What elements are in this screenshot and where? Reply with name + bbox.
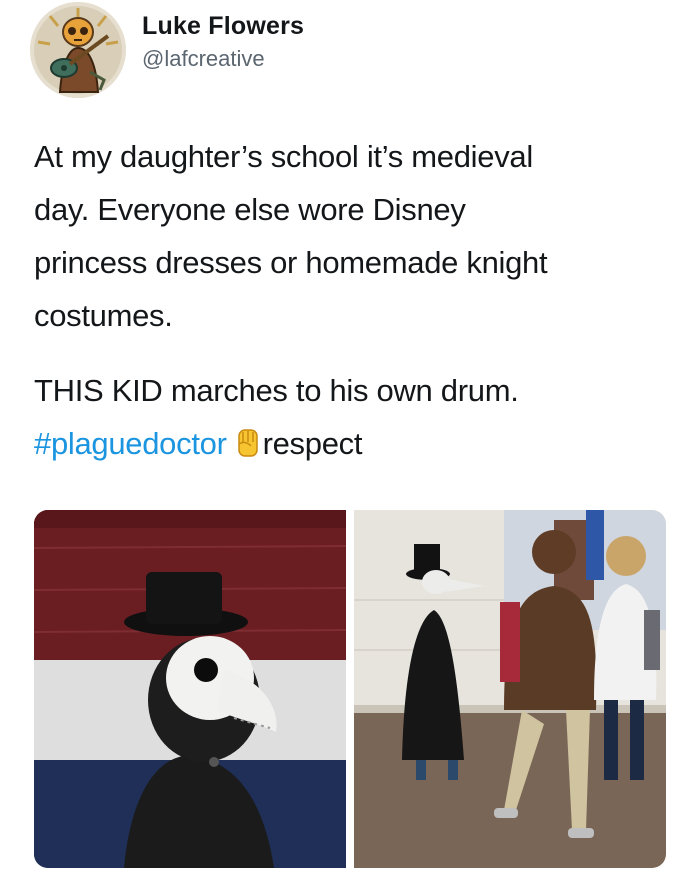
raised-fist-emoji-icon [237, 429, 258, 457]
tweet-media [34, 510, 666, 868]
tweet-text-line: costumes. [34, 298, 173, 333]
tweet-card: Luke Flowers @lafcreative At my daughter… [0, 0, 700, 873]
plague-doctor-closeup-photo[interactable] [34, 510, 346, 868]
hashtag-line: #plaguedoctor respect [34, 417, 674, 470]
author-avatar[interactable] [30, 2, 126, 98]
skull-guitar-avatar-icon [30, 2, 126, 98]
tweet-text-line: At my daughter’s school it’s medieval [34, 139, 533, 174]
tweet-text-paragraph-1: At my daughter’s school it’s medieval da… [34, 130, 674, 342]
tweet-text-paragraph-2: THIS KID marches to his own drum. #plagu… [34, 364, 674, 470]
tweet-text-line: THIS KID marches to his own drum. [34, 373, 519, 408]
author-name[interactable]: Luke Flowers [142, 12, 304, 41]
tweet-text-line: day. Everyone else wore Disney [34, 192, 466, 227]
tweet-text-line: princess dresses or homemade knight [34, 245, 548, 280]
respect-word: respect [262, 426, 363, 461]
hashtag-link[interactable]: #plaguedoctor [34, 426, 227, 461]
author-handle[interactable]: @lafcreative [142, 46, 265, 72]
hallway-kids-photo[interactable] [354, 510, 666, 868]
